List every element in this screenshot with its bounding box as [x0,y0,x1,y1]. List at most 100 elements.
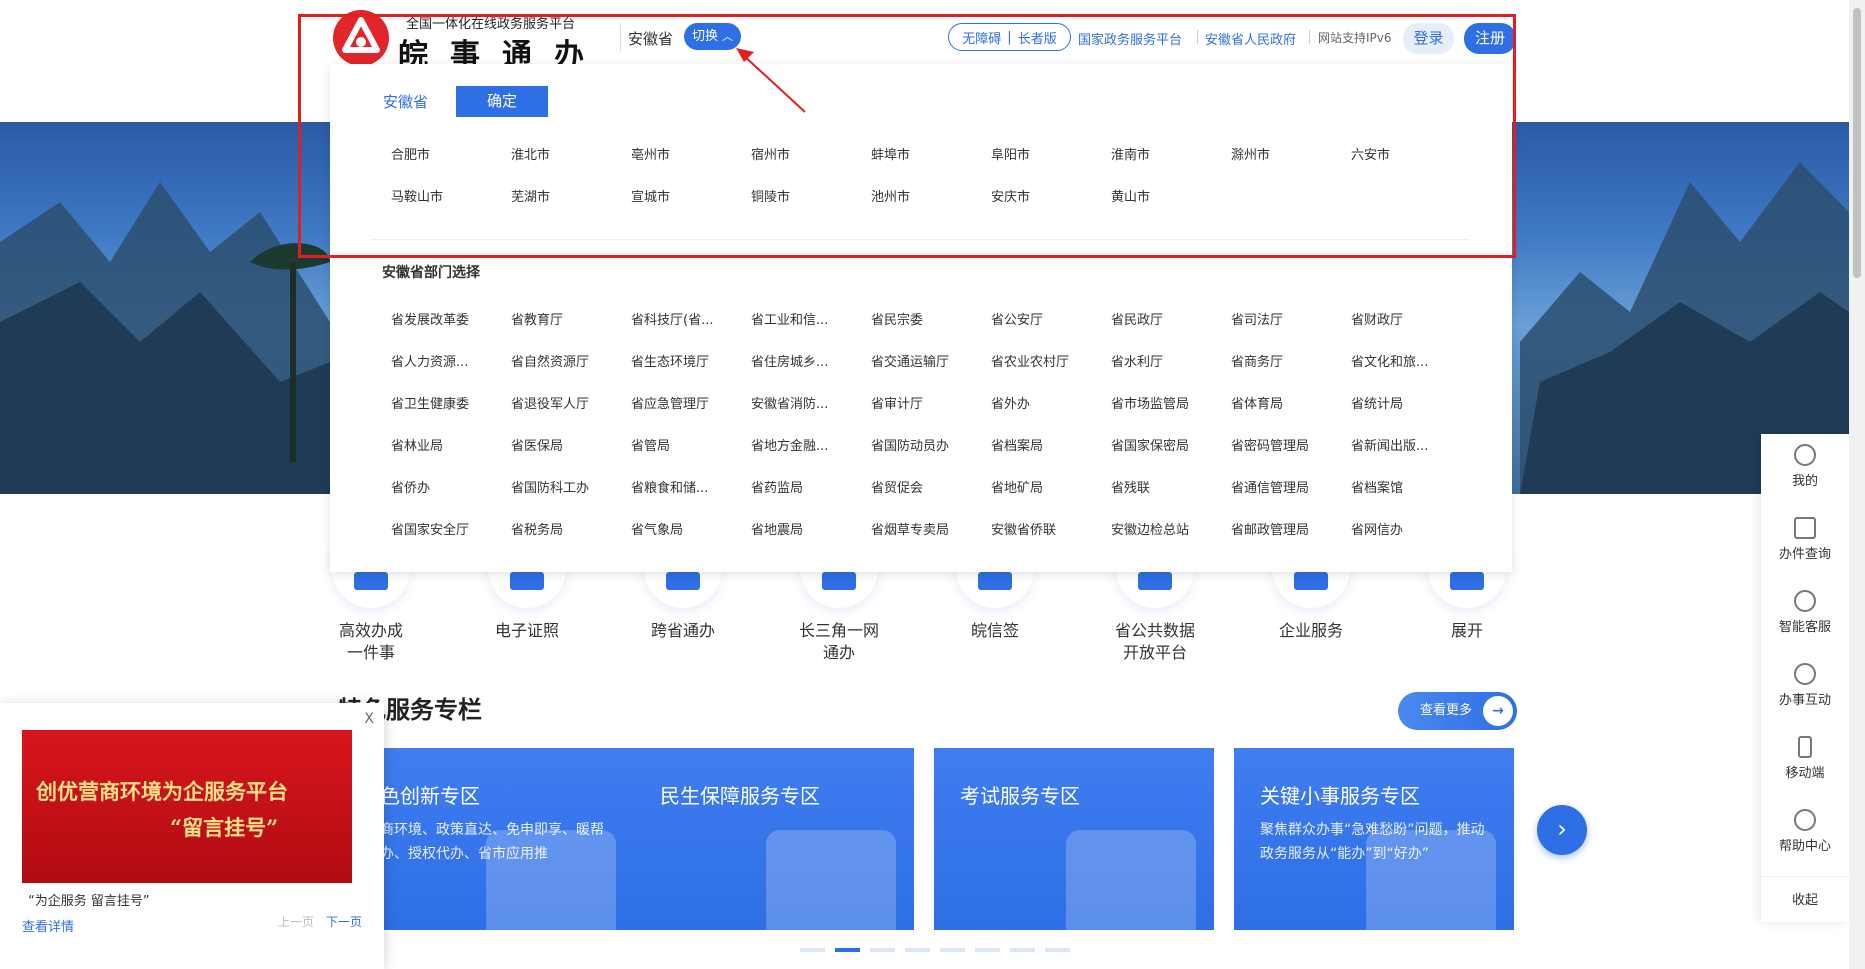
department-item[interactable]: 省贸促会 [871,477,923,496]
carousel-dot[interactable] [800,948,825,952]
carousel-dot[interactable] [975,948,1000,952]
department-item[interactable]: 省林业局 [391,435,443,454]
service-label: 跨省通办 [650,621,715,640]
card-title: 关键小事服务专区 [1260,784,1420,808]
document-search-icon [1794,517,1816,539]
page-scrollbar[interactable] [1849,0,1865,969]
department-item[interactable]: 省烟草专卖局 [871,519,949,538]
card-title: 考试服务专区 [960,784,1080,808]
department-item[interactable]: 安徽边检总站 [1111,519,1189,538]
department-item[interactable]: 省档案馆 [1351,477,1403,496]
department-item[interactable]: 省自然资源厅 [511,351,589,370]
toolbar-label: 智能客服 [1778,620,1831,635]
department-item[interactable]: 省工业和信... [751,309,828,328]
view-more-label: 查看更多 [1420,703,1473,718]
department-item[interactable]: 省水利厅 [1111,351,1163,370]
department-item[interactable]: 省地方金融... [751,435,828,454]
department-item[interactable]: 省国防动员办 [871,435,949,454]
department-item[interactable]: 省管局 [631,435,670,454]
toolbar-query[interactable]: 办件查询 [1761,517,1849,562]
department-item[interactable]: 省药监局 [751,477,803,496]
department-item[interactable]: 省税务局 [511,519,563,538]
department-item[interactable]: 省国家保密局 [1111,435,1189,454]
feature-card[interactable]: 色创新专区 商环境、政策直达、免申即享、暖帮办、授权代办、省市应用推 [354,748,634,930]
department-item[interactable]: 安徽省侨联 [991,519,1056,538]
department-item[interactable]: 省科技厅(省... [631,309,713,328]
department-item[interactable]: 省地震局 [751,519,803,538]
department-item[interactable]: 省交通运输厅 [871,351,949,370]
carousel-dot[interactable] [940,948,965,952]
carousel-dot[interactable] [1010,948,1035,952]
notice-popup: X 创优营商环境为企服务平台 “留言挂号” “为企服务 留言挂号” 查看详情 上… [0,703,384,969]
toolbar-collapse[interactable]: 收起 [1761,889,1849,908]
carousel-dot[interactable] [1045,948,1070,952]
carousel-dot[interactable] [905,948,930,952]
department-item[interactable]: 省司法厅 [1231,309,1283,328]
toolbar-mobile[interactable]: 移动端 [1761,736,1849,781]
prev-page-link[interactable]: 上一页 [278,913,314,930]
toolbar-interaction[interactable]: 办事互动 [1761,663,1849,708]
view-detail-link[interactable]: 查看详情 [22,916,74,935]
department-item[interactable]: 省公安厅 [991,309,1043,328]
feature-card[interactable]: 关键小事服务专区 聚焦群众办事“急难愁盼”问题，推动政务服务从“能办”到“好办” [1234,748,1514,930]
feature-card[interactable]: 民生保障服务专区 [634,748,914,930]
department-item[interactable]: 省侨办 [391,477,430,496]
department-item[interactable]: 省残联 [1111,477,1150,496]
department-item[interactable]: 省统计局 [1351,393,1403,412]
department-item[interactable]: 省退役军人厅 [511,393,589,412]
toolbar-my[interactable]: 我的 [1761,444,1849,489]
department-item[interactable]: 省财政厅 [1351,309,1403,328]
service-label: 展开 [1450,621,1483,640]
carousel-next-button[interactable]: › [1537,805,1587,855]
department-item[interactable]: 省住房城乡... [751,351,828,370]
department-item[interactable]: 省国家安全厅 [391,519,469,538]
service-label: 省公共数据 开放平台 [1114,621,1195,662]
department-item[interactable]: 省体育局 [1231,393,1283,412]
user-icon [1794,444,1816,466]
department-item[interactable]: 省档案局 [991,435,1043,454]
service-label: 企业服务 [1278,621,1343,640]
department-item[interactable]: 省粮食和储... [631,477,708,496]
department-item[interactable]: 省农业农村厅 [991,351,1069,370]
notice-banner-image[interactable]: 创优营商环境为企服务平台 “留言挂号” [22,730,352,883]
department-item[interactable]: 省网信办 [1351,519,1403,538]
feature-card[interactable]: 考试服务专区 [934,748,1214,930]
view-more-button[interactable]: 查看更多 → [1398,692,1517,730]
card-title: 民生保障服务专区 [660,784,820,808]
department-item[interactable]: 省卫生健康委 [391,393,469,412]
toolbar-help[interactable]: 帮助中心 [1761,809,1849,854]
department-item[interactable]: 省邮政管理局 [1231,519,1309,538]
toolbar-smart-service[interactable]: 智能客服 [1761,590,1849,635]
department-item[interactable]: 省市场监管局 [1111,393,1189,412]
department-item[interactable]: 省发展改革委 [391,309,469,328]
department-item[interactable]: 省人力资源... [391,351,468,370]
headset-icon [1794,590,1816,612]
toolbar-label: 帮助中心 [1778,839,1831,854]
department-item[interactable]: 省通信管理局 [1231,477,1309,496]
department-item[interactable]: 省国防科工办 [511,477,589,496]
service-label: 皖信签 [970,621,1019,640]
department-item[interactable]: 省民宗委 [871,309,923,328]
department-item[interactable]: 省生态环境厅 [631,351,709,370]
department-item[interactable]: 省商务厅 [1231,351,1283,370]
department-item[interactable]: 省教育厅 [511,309,563,328]
department-item[interactable]: 省文化和旅... [1351,351,1428,370]
department-item[interactable]: 省地矿局 [991,477,1043,496]
department-item[interactable]: 省医保局 [511,435,563,454]
service-label: 长三角一网 通办 [798,621,879,662]
department-item[interactable]: 省新闻出版... [1351,435,1428,454]
department-item[interactable]: 省审计厅 [871,393,923,412]
department-item[interactable]: 省外办 [991,393,1030,412]
department-item[interactable]: 省应急管理厅 [631,393,709,412]
department-item[interactable]: 省民政厅 [1111,309,1163,328]
department-item[interactable]: 省气象局 [631,519,683,538]
next-page-link[interactable]: 下一页 [326,913,362,930]
close-icon[interactable]: X [364,711,374,727]
carousel-dot[interactable] [870,948,895,952]
department-item[interactable]: 安徽省消防... [751,393,828,412]
platform-illustration-icon [1366,830,1496,930]
carousel-dot-active[interactable] [835,948,860,952]
department-item[interactable]: 省密码管理局 [1231,435,1309,454]
scrollbar-thumb[interactable] [1853,8,1861,278]
notice-caption: “为企服务 留言挂号” [28,894,150,909]
